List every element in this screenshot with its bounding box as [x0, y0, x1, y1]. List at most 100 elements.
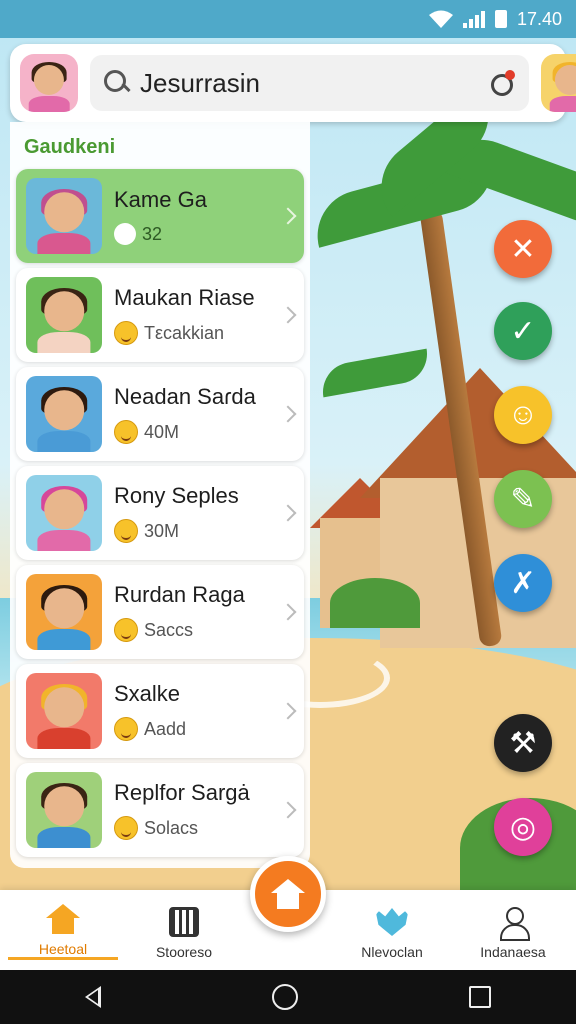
list-item-subtitle: Tεcakkian: [114, 321, 270, 345]
list-item-subtitle-text: Solacs: [144, 817, 199, 838]
voice-search-icon[interactable]: [485, 68, 515, 98]
nav-item-store[interactable]: Stooreso: [129, 906, 239, 960]
nav-item-profile[interactable]: Indanaesa: [458, 906, 568, 960]
list-item-subtitle: 30M: [114, 519, 270, 543]
list-item-subtitle: 32: [114, 223, 270, 245]
user-icon: [498, 907, 530, 941]
smile-emoji-icon: [114, 717, 138, 741]
avatar-face: [44, 291, 84, 332]
hammer-button[interactable]: ⚒: [494, 714, 552, 772]
list-item-subtitle: Saccs: [114, 618, 270, 642]
list-item-subtitle-text: Aadd: [144, 718, 187, 739]
home-icon: [271, 879, 305, 909]
heart-icon: [375, 908, 409, 936]
check-button[interactable]: ✓: [494, 302, 552, 360]
kiss-emoji-icon: [114, 618, 138, 642]
home-icon: [46, 904, 80, 934]
signal-icon: [462, 10, 485, 28]
contact-avatar: [26, 277, 102, 353]
list-item-subtitle-text: 40M: [144, 421, 180, 442]
smile-emoji-icon: [114, 420, 138, 444]
chevron-right-icon: [279, 504, 297, 522]
list-item-subtitle: Aadd: [114, 717, 270, 741]
list-item[interactable]: Rony Seples 30M: [16, 466, 304, 560]
kiss-emoji-icon: [114, 816, 138, 840]
search-input[interactable]: [140, 67, 475, 99]
list-item-subtitle: 40M: [114, 420, 270, 444]
list-item-title: Rony Seples: [114, 483, 239, 508]
avatar-face: [44, 786, 84, 827]
grid-icon: [169, 907, 199, 937]
contact-avatar: [26, 673, 102, 749]
close-button[interactable]: ✕: [494, 220, 552, 278]
smile-emoji-icon: [114, 519, 138, 543]
chevron-right-icon: [279, 405, 297, 423]
smile-button[interactable]: ☺: [494, 386, 552, 444]
list-item-subtitle-text: Tεcakkian: [144, 322, 225, 343]
list-item-subtitle-text: 30M: [144, 520, 180, 541]
chevron-right-icon: [279, 702, 297, 720]
avatar-body: [37, 529, 91, 551]
avatar-body: [37, 727, 91, 749]
list-item-text: Kame Ga 32: [114, 187, 270, 245]
chevron-right-icon: [279, 801, 297, 819]
pin-icon: ✎: [510, 482, 536, 516]
nav-item-favorites[interactable]: Nlevoclan: [337, 906, 447, 960]
status-bar: 17.40: [0, 0, 576, 38]
status-time: 17.40: [516, 8, 562, 29]
list-item[interactable]: Kame Ga 32: [16, 169, 304, 263]
list-item-text: Neadan Saɾda 40M: [114, 384, 270, 444]
smile-icon: ☺: [507, 398, 539, 431]
nav-label: Heetoal: [38, 941, 88, 957]
avatar-face: [44, 390, 84, 431]
contact-avatar: [26, 376, 102, 452]
battery-icon: [494, 10, 507, 28]
tools-button[interactable]: ✗: [494, 554, 552, 612]
list-item[interactable]: Rurdan Raga Saccs: [16, 565, 304, 659]
contact-list-panel: Gaudkeni Kame Ga 32 Maukan Riase Tεcakkian N…: [10, 122, 310, 868]
list-item[interactable]: Replfor Sargȧ Solacs: [16, 763, 304, 857]
target-button[interactable]: ◎: [494, 798, 552, 856]
system-home-icon[interactable]: [271, 984, 298, 1010]
contact-avatar: [26, 475, 102, 551]
list-item-title: Rurdan Raga: [114, 582, 245, 607]
search-icon[interactable]: [104, 70, 130, 96]
avatar-face: [33, 65, 65, 96]
check-icon: ✓: [510, 314, 536, 348]
avatar-face: [44, 192, 84, 233]
section-title: Gaudkeni: [24, 136, 116, 158]
close-icon: ✕: [510, 232, 536, 266]
list-item[interactable]: Maukan Riase Tεcakkian: [16, 268, 304, 362]
search-header: [10, 44, 576, 122]
smile-emoji-icon: [114, 321, 138, 345]
list-item[interactable]: Sxalke Aadd: [16, 664, 304, 758]
nav-label: Indanaesa: [480, 944, 546, 960]
list-item-subtitle-text: 32: [142, 223, 163, 244]
user-avatar[interactable]: [541, 54, 576, 112]
center-home-button[interactable]: [250, 856, 326, 932]
back-icon[interactable]: [85, 986, 102, 1008]
list-item[interactable]: Neadan Saɾda 40M: [16, 367, 304, 461]
target-icon: ◎: [509, 810, 537, 844]
system-navigation-bar: [0, 970, 576, 1024]
list-item-title: Replfor Sargȧ: [114, 780, 250, 805]
avatar-body: [549, 95, 576, 112]
contact-avatar: [26, 178, 102, 254]
list-item-title: Sxalke: [114, 681, 181, 706]
chevron-right-icon: [279, 207, 297, 225]
nav-item-home[interactable]: Heetoal: [8, 903, 118, 960]
avatar-face: [554, 65, 576, 96]
avatar-body: [37, 430, 91, 452]
contact-avatar: [26, 574, 102, 650]
avatar-face: [44, 489, 84, 530]
avatar-body: [37, 331, 91, 353]
recents-icon[interactable]: [468, 986, 491, 1008]
avatar-face: [44, 687, 84, 728]
nav-label: Nlevoclan: [361, 944, 423, 960]
profile-avatar[interactable]: [20, 54, 78, 112]
wifi-icon: [428, 10, 453, 28]
list-item-text: Rurdan Raga Saccs: [114, 582, 270, 642]
avatar-body: [37, 826, 91, 848]
pin-button[interactable]: ✎: [494, 470, 552, 528]
search-bar[interactable]: [90, 55, 529, 111]
